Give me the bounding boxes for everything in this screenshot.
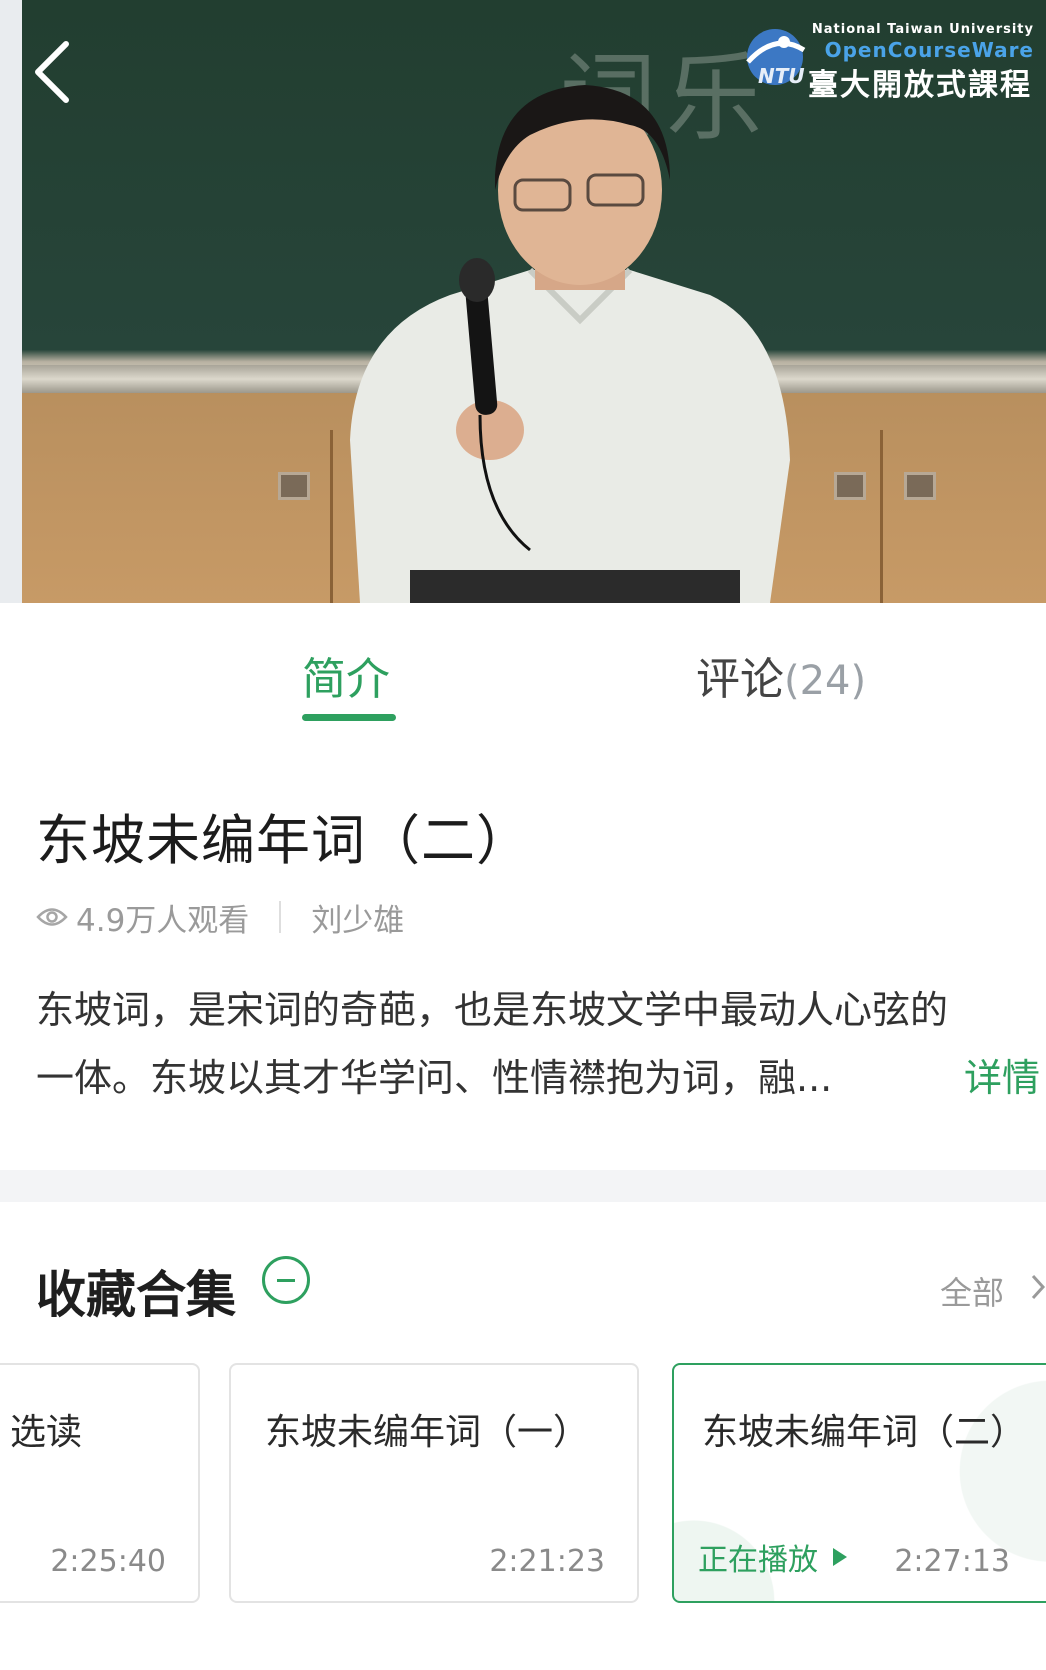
lecturer-figure xyxy=(350,85,790,603)
cabinet-knob xyxy=(834,472,866,500)
lecture-title: 东坡未编年词（二） xyxy=(36,809,531,872)
board-edge xyxy=(0,0,22,603)
collection-title: 收藏合集 xyxy=(36,1266,236,1324)
play-icon xyxy=(833,1548,847,1566)
view-all-link[interactable]: 全部 xyxy=(940,1268,1004,1314)
video-player[interactable]: 词乐 NTU National Taiwan University OpenCo… xyxy=(0,0,1046,603)
section-divider xyxy=(0,1170,1046,1202)
meta-divider xyxy=(279,901,282,933)
collection-item-duration: 2:27:13 xyxy=(894,1544,1010,1579)
logo-chinese-title: 臺大開放式課程 xyxy=(808,68,1032,103)
collection-item-duration: 2:25:40 xyxy=(50,1544,166,1579)
comments-count: (24) xyxy=(784,658,867,704)
tab-comments[interactable]: 评论(24) xyxy=(696,643,866,707)
collapse-icon[interactable] xyxy=(262,1256,310,1304)
cabinet-knob xyxy=(278,472,310,500)
cabinet-divider xyxy=(880,430,883,603)
collection-item-title: 东坡未编年词（二） xyxy=(702,1412,1027,1453)
lecture-description: 东坡词，是宋词的奇葩，也是东坡文学中最动人心弦的 一体。东坡以其才华学问、性情襟… xyxy=(36,976,1046,1112)
lecture-meta: 4.9万人观看 刘少雄 xyxy=(36,895,404,940)
collection-item[interactable]: 选读 2:25:40 xyxy=(0,1363,200,1603)
eye-icon xyxy=(36,908,68,926)
back-arrow-icon[interactable] xyxy=(28,36,78,106)
details-link[interactable]: 详情 xyxy=(964,1044,1040,1112)
now-playing-label: 正在播放 xyxy=(698,1543,818,1578)
logo-english-title: National Taiwan University xyxy=(811,22,1034,37)
cabinet-knob xyxy=(904,472,936,500)
description-line-2: 一体。东坡以其才华学问、性情襟抱为词，融... xyxy=(36,1056,833,1100)
collection-item-title: 东坡未编年词（一） xyxy=(265,1412,590,1453)
view-count: 4.9万人观看 xyxy=(76,902,250,939)
active-tab-indicator xyxy=(302,714,396,721)
description-line-1: 东坡词，是宋词的奇葩，也是东坡文学中最动人心弦的 xyxy=(36,988,949,1032)
now-playing-indicator: 正在播放 xyxy=(698,1535,848,1579)
collection-item-active[interactable]: 东坡未编年词（二） 正在播放 2:27:13 xyxy=(672,1363,1046,1603)
collection-item[interactable]: 东坡未编年词（一） 2:21:23 xyxy=(229,1363,639,1603)
logo-english-subtitle: OpenCourseWare xyxy=(824,38,1034,62)
ntu-opencourseware-logo: NTU National Taiwan University OpenCours… xyxy=(740,22,1040,103)
chevron-right-icon[interactable] xyxy=(1030,1272,1046,1302)
tab-intro[interactable]: 简介 xyxy=(302,643,390,707)
tab-bar: 简介 评论(24) xyxy=(0,603,1046,723)
logo-ntu-mark: NTU xyxy=(758,64,805,88)
collection-item-title: 选读 xyxy=(10,1412,83,1453)
tab-comments-label: 评论 xyxy=(696,654,784,705)
author-name[interactable]: 刘少雄 xyxy=(311,895,404,940)
collection-item-duration: 2:21:23 xyxy=(489,1544,605,1579)
